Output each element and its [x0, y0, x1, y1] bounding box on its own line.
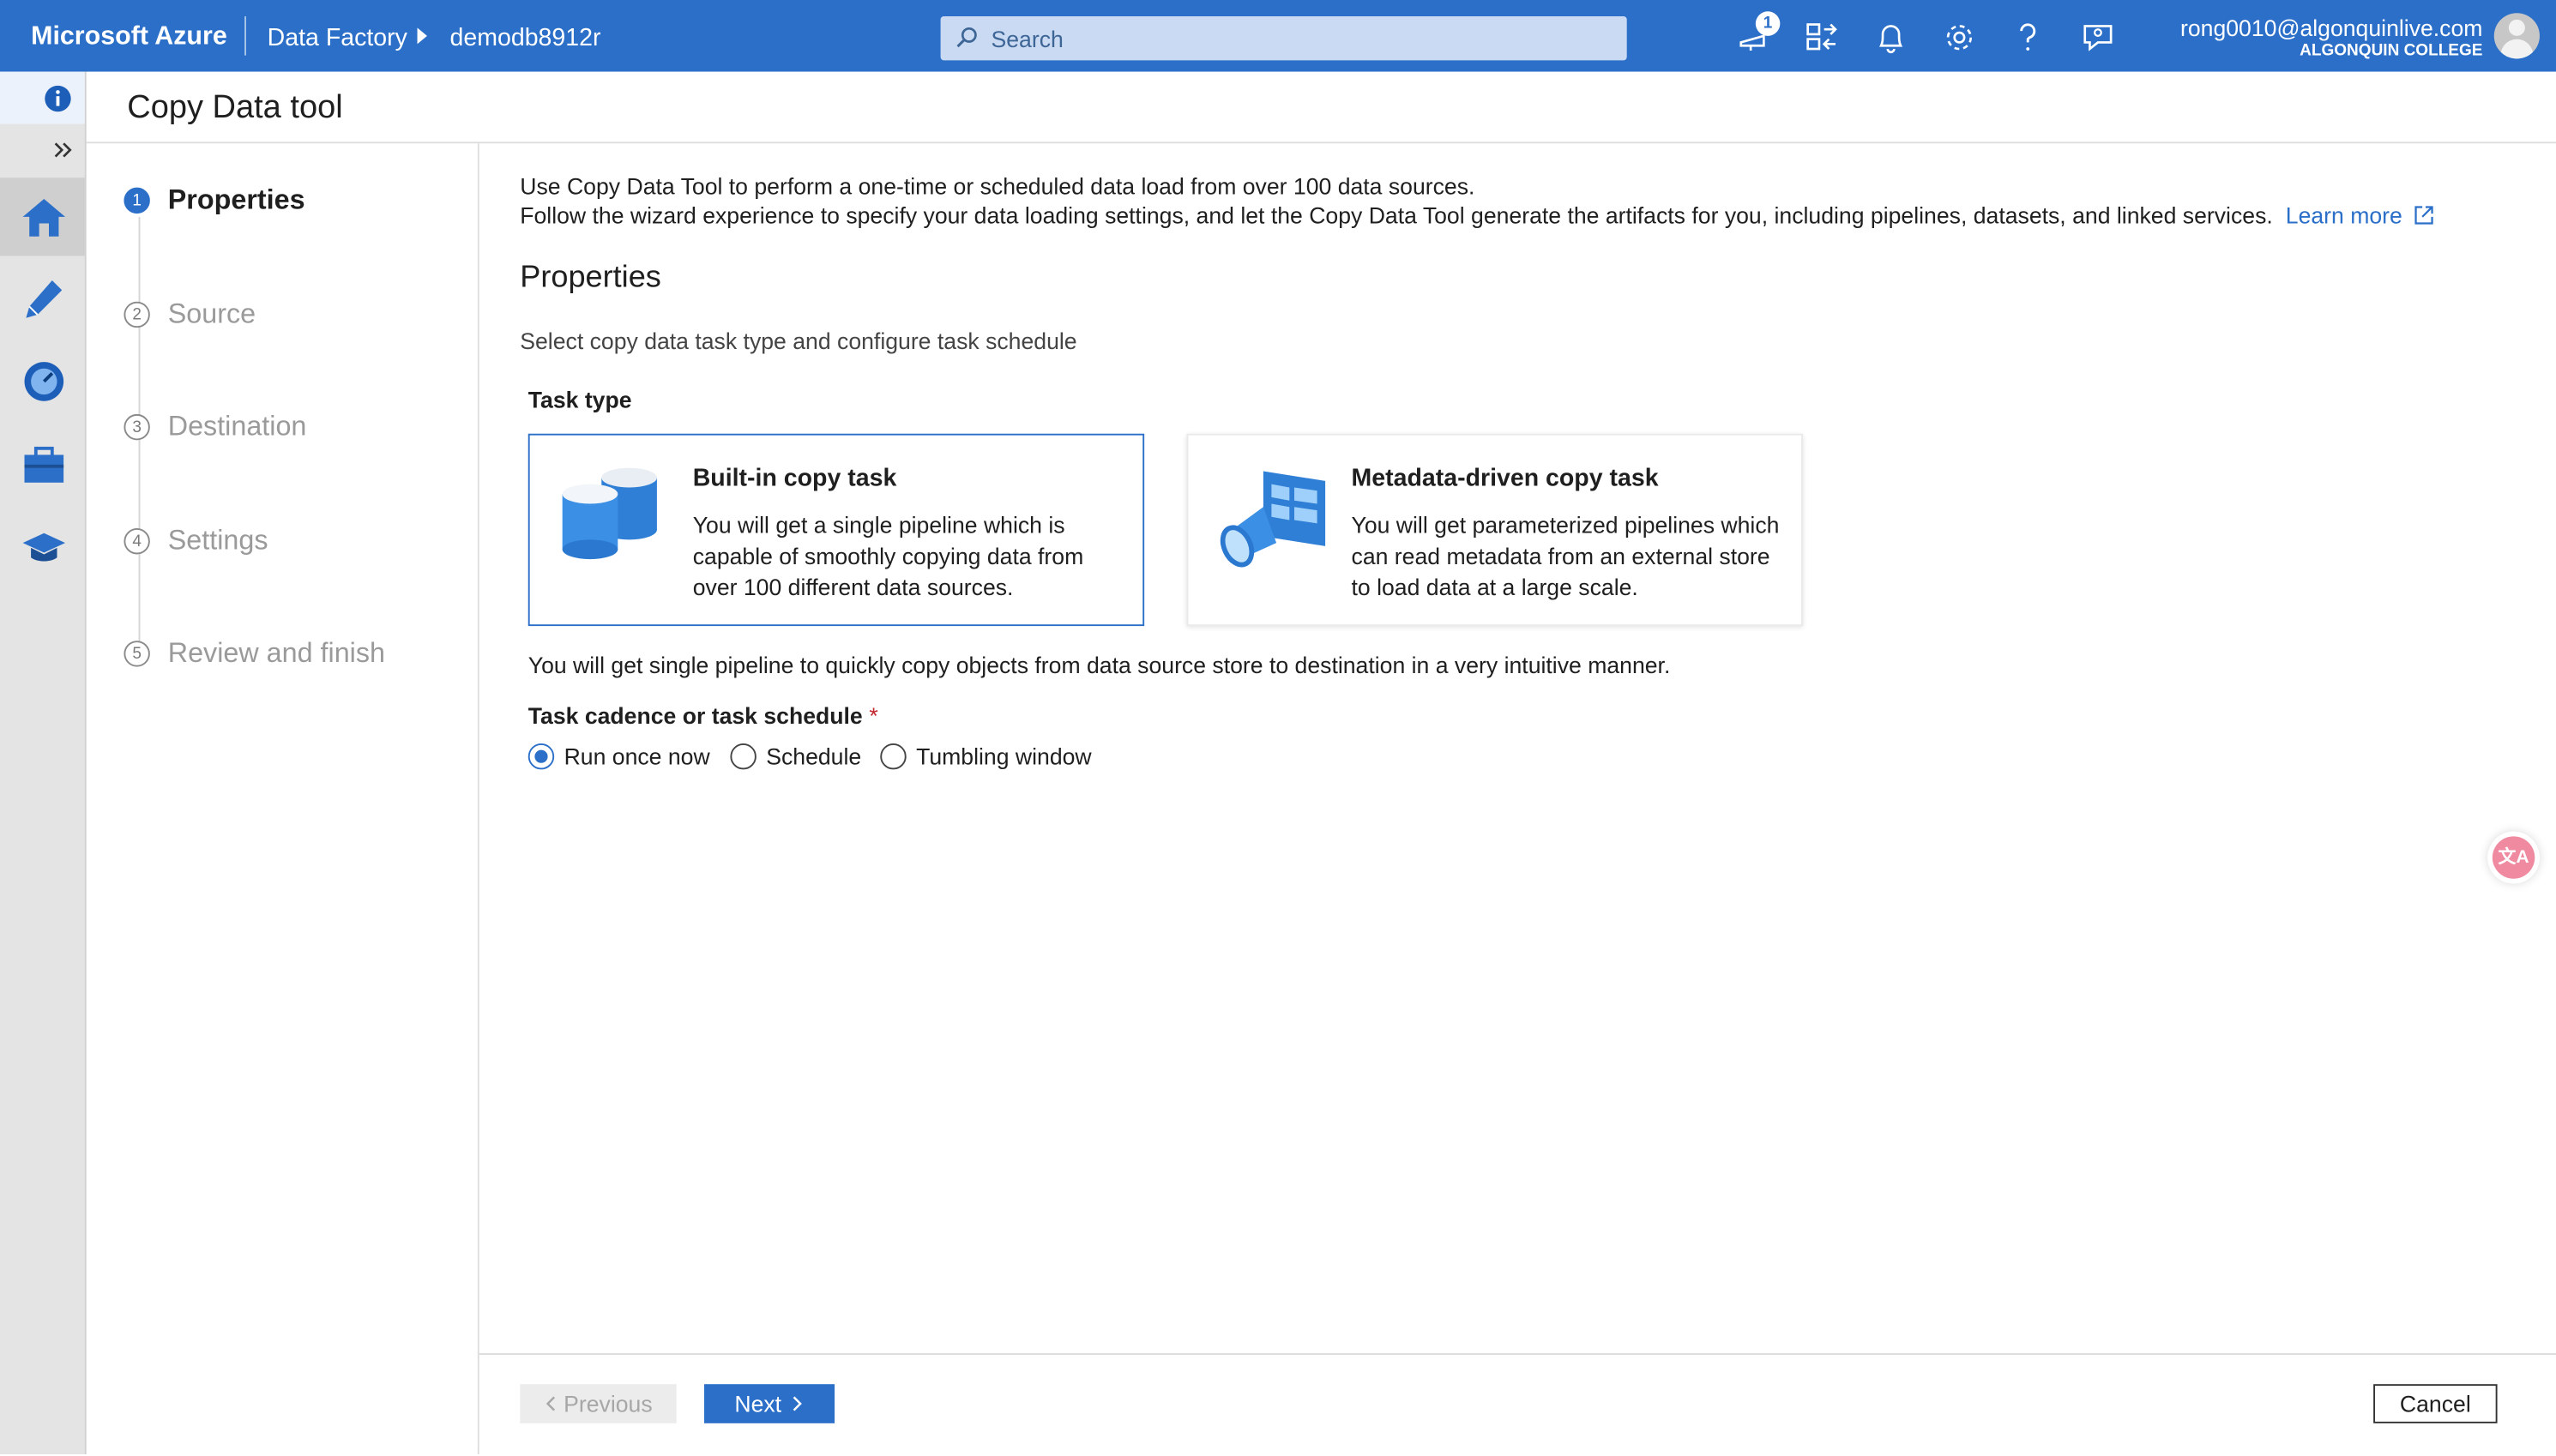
radio-label: Tumbling window — [916, 743, 1092, 770]
brand-divider — [244, 16, 246, 56]
previous-label: Previous — [564, 1390, 653, 1417]
step-number: 5 — [124, 641, 150, 667]
manage-toolbox-icon — [24, 446, 64, 483]
breadcrumb-caret-icon — [417, 27, 427, 45]
radio-indicator — [880, 743, 907, 770]
step-number: 3 — [124, 413, 150, 441]
wizard-footer: Previous Next Cancel — [479, 1353, 2556, 1456]
metadata-driven-copy-task-card[interactable]: Metadata-driven copy task You will get p… — [1186, 433, 1803, 627]
database-cylinders-icon — [562, 467, 657, 560]
required-asterisk: * — [869, 702, 878, 729]
section-heading: Properties — [520, 261, 661, 296]
step-label: Source — [167, 298, 256, 330]
card-title: Built-in copy task — [692, 464, 897, 493]
properties-panel: Use Copy Data Tool to perform a one-time… — [479, 143, 2556, 1354]
bell-icon[interactable] — [1873, 20, 1909, 56]
step-number: 2 — [124, 301, 150, 328]
left-nav-rail — [0, 71, 87, 1454]
gear-icon[interactable] — [1941, 20, 1977, 56]
intro-line-2: Follow the wizard experience to specify … — [520, 202, 2432, 228]
search-box[interactable]: Search — [940, 16, 1627, 61]
azure-portal-window: Microsoft Azure Data Factory demodb8912r… — [0, 0, 2556, 1456]
top-bar: Microsoft Azure Data Factory demodb8912r… — [0, 0, 2556, 72]
wizard-steps: 1 Properties 2 Source 3 Destination 4 Se… — [86, 143, 479, 1454]
user-organization: ALGONQUIN COLLEGE — [2300, 42, 2483, 61]
chevron-right-icon — [793, 1396, 803, 1411]
step-label: Destination — [167, 411, 307, 442]
breadcrumb-data-factory[interactable]: Data Factory — [268, 25, 407, 52]
brand-label[interactable]: Microsoft Azure — [31, 23, 227, 52]
step-label: Settings — [167, 525, 268, 557]
radio-indicator — [730, 743, 757, 770]
intro-line-2-text: Follow the wizard experience to specify … — [520, 202, 2273, 229]
task-type-note: You will get single pipeline to quickly … — [527, 652, 1671, 678]
radio-label: Schedule — [766, 743, 862, 770]
page-header: Copy Data tool — [86, 71, 2556, 144]
external-link-icon — [2414, 206, 2432, 225]
account-menu[interactable]: rong0010@algonquinlive.com ALGONQUIN COL… — [2180, 15, 2482, 60]
monitor-gauge-icon — [24, 362, 64, 401]
chevron-left-icon — [546, 1396, 555, 1411]
info-icon[interactable] — [44, 85, 71, 112]
metadata-table-icon — [1220, 471, 1326, 568]
learn-more-link[interactable]: Learn more — [2286, 202, 2433, 228]
translate-float-button[interactable]: 文A — [2487, 831, 2540, 884]
task-cadence-text: Task cadence or task schedule — [527, 702, 863, 729]
notification-count-badge: 1 — [1755, 11, 1781, 36]
step-number: 1 — [124, 187, 150, 214]
nav-home[interactable] — [0, 177, 85, 256]
search-icon — [956, 27, 977, 48]
avatar[interactable] — [2493, 13, 2540, 59]
home-icon — [22, 198, 66, 237]
nav-learning[interactable] — [0, 508, 85, 587]
step-number: 4 — [124, 528, 150, 555]
next-button[interactable]: Next — [704, 1384, 835, 1423]
intro-line-1: Use Copy Data Tool to perform a one-time… — [520, 172, 1475, 199]
directory-switch-icon[interactable] — [1805, 20, 1841, 56]
previous-button[interactable]: Previous — [520, 1384, 677, 1423]
search-placeholder: Search — [991, 26, 1064, 52]
cancel-button[interactable]: Cancel — [2373, 1384, 2498, 1423]
radio-label: Run once now — [564, 743, 710, 770]
nav-author[interactable] — [0, 259, 85, 337]
expand-icon[interactable] — [54, 141, 74, 160]
card-description: You will get a single pipeline which is … — [692, 512, 1084, 600]
nav-monitor[interactable] — [0, 340, 85, 418]
help-icon[interactable] — [2010, 20, 2046, 56]
user-email: rong0010@algonquinlive.com — [2180, 15, 2483, 41]
page-title: Copy Data tool — [127, 89, 343, 126]
author-pencil-icon — [26, 280, 63, 318]
radio-indicator — [527, 743, 555, 770]
breadcrumb-factory-name[interactable]: demodb8912r — [450, 25, 601, 52]
built-in-copy-task-card[interactable]: Built-in copy task You will get a single… — [527, 433, 1145, 627]
step-label: Properties — [167, 184, 305, 215]
learn-more-label: Learn more — [2285, 202, 2402, 229]
step-label: Review and finish — [167, 637, 385, 669]
task-type-label: Task type — [527, 386, 632, 413]
card-description: You will get parameterized pipelines whi… — [1351, 512, 1780, 600]
card-title: Metadata-driven copy task — [1351, 464, 1659, 493]
section-subheading: Select copy data task type and configure… — [520, 328, 1077, 354]
nav-manage[interactable] — [0, 425, 85, 503]
task-cadence-label: Task cadence or task schedule * — [528, 702, 878, 728]
rail-info-area — [0, 71, 85, 124]
learning-cap-icon — [22, 532, 66, 562]
feedback-icon[interactable] — [2080, 20, 2116, 56]
translate-icon: 文A — [2492, 836, 2535, 879]
next-label: Next — [734, 1390, 782, 1417]
